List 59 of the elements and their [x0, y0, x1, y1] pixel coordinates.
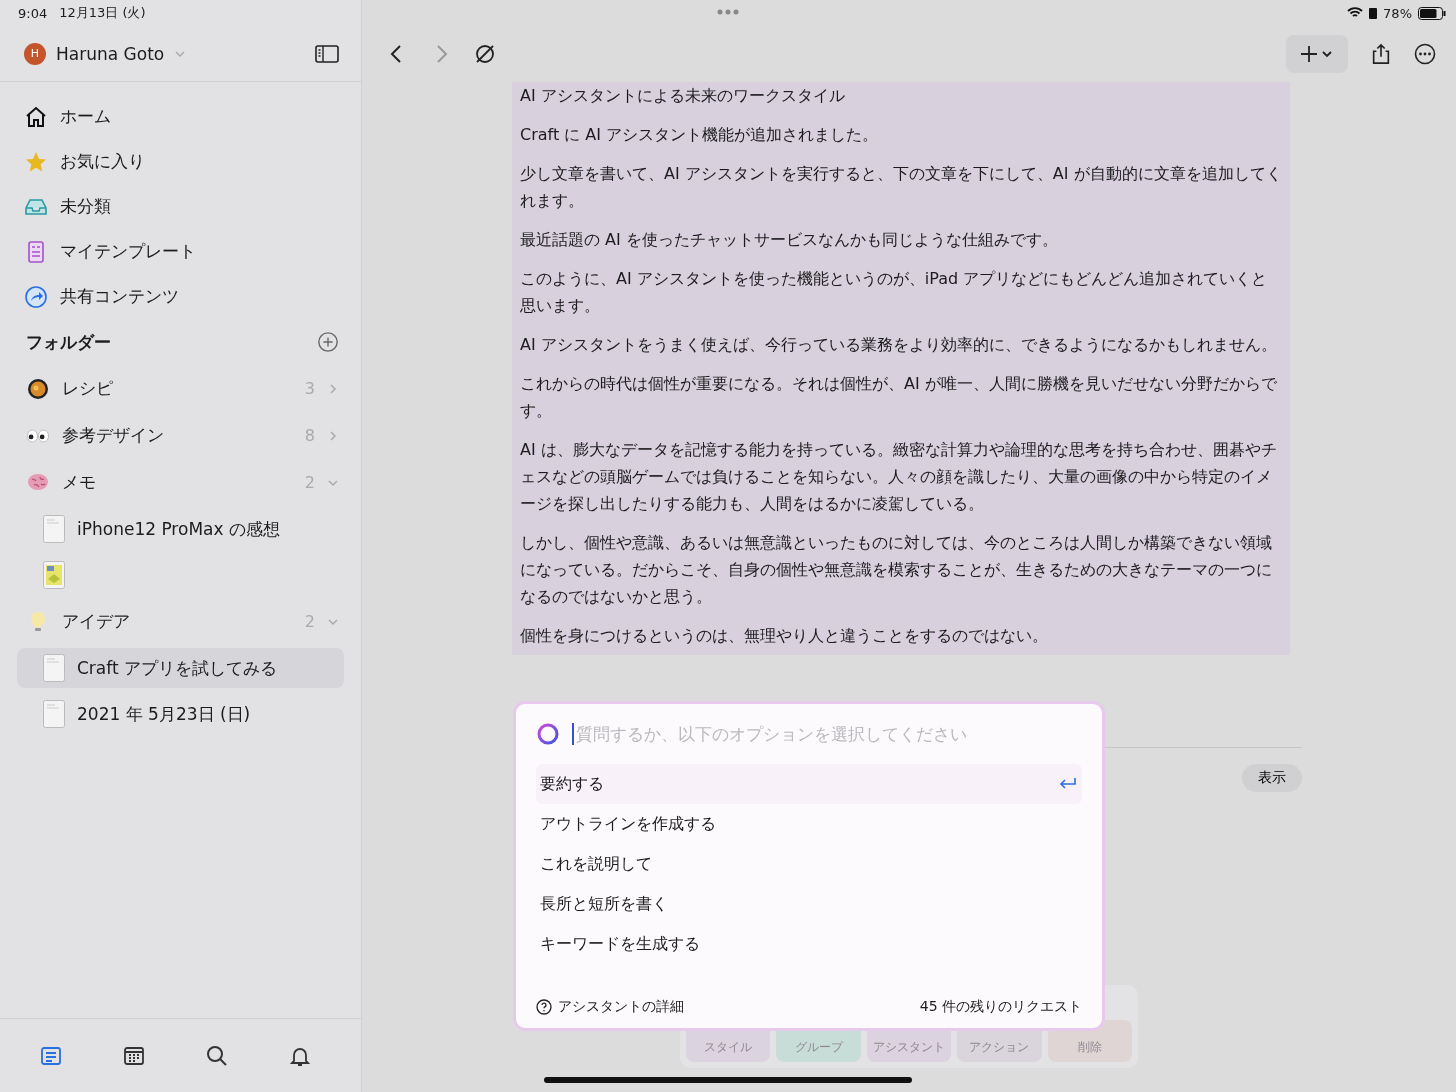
assistant-option[interactable]: アウトラインを作成する	[536, 804, 1082, 844]
paragraph: Craft に AI アシスタント機能が追加されました。	[520, 124, 880, 146]
paragraph: 個性を身につけるというのは、無理やり人と違うことをするのではない。	[520, 625, 1049, 647]
assistant-option[interactable]: 長所と短所を書く	[536, 884, 1082, 924]
account-name[interactable]: Haruna Goto	[56, 43, 165, 64]
folder-name[interactable]: 参考デザイン	[62, 424, 164, 447]
folder-name[interactable]: メモ	[62, 471, 96, 494]
share-icon[interactable]	[1370, 43, 1392, 65]
document-item[interactable]: 2021 年 5月23日 (日)	[17, 694, 344, 734]
paragraph: AI アシスタントをうまく使えば、今行っている業務をより効率的に、できるようになるかもしれません。	[520, 334, 1278, 356]
folder-name[interactable]: アイデア	[62, 610, 130, 633]
slashed-circle-icon[interactable]	[474, 43, 496, 65]
add-icon[interactable]	[317, 331, 339, 353]
item-count: 2	[304, 612, 315, 631]
add-menu-button[interactable]	[1286, 35, 1348, 73]
paragraph: これからの時代は個性が重要になる。それは個性が、AI が唯一、人間に勝機を見いだせない分野だからです。	[520, 373, 1278, 422]
multitasking-icon[interactable]	[716, 8, 740, 16]
question-field[interactable]: 質問するか、以下のオプションを選択してください	[572, 723, 1082, 745]
sidebar-item[interactable]: 共有コンテンツ	[60, 285, 179, 308]
assistant-option[interactable]: キーワードを生成する	[536, 924, 1082, 964]
home-icon	[24, 104, 48, 129]
section-heading: フォルダー	[26, 330, 111, 354]
wifi-icon	[1347, 7, 1364, 19]
remaining-requests: 45 件の残りのリクエスト	[919, 998, 1082, 1016]
document-item[interactable]: Craft アプリを試してみる	[17, 648, 344, 688]
assistant-option[interactable]: これを説明して	[536, 844, 1082, 884]
search-icon[interactable]	[204, 1043, 229, 1068]
document-icon	[43, 654, 65, 682]
assistant-details-link[interactable]: アシスタントの詳細	[558, 998, 684, 1016]
sidebar-item[interactable]: 未分類	[60, 195, 111, 218]
show-button[interactable]: 表示	[1242, 764, 1302, 792]
sidebar-item[interactable]: お気に入り	[60, 150, 145, 173]
add-icon	[1299, 44, 1335, 64]
paragraph: 最近話題の AI を使ったチャットサービスなんかも同じような仕組みです。	[520, 229, 1059, 251]
item-count: 2	[304, 473, 315, 492]
status-time: 9:04	[18, 5, 48, 21]
document-item[interactable]: iPhone12 ProMax の感想	[17, 509, 344, 549]
paragraph: しかし、個性や意識、あるいは無意識といったものに対しては、今のところは人間しか構築できない領域になっている。だからこそ、自身の個性や無意識を模索することが、生きるための大きなテーマの一つになるのではないかと思う。	[520, 532, 1273, 608]
paragraph: このように、AI アシスタントを使った機能というのが、iPad アプリなどにもどんどん追加されていくと思います。	[520, 268, 1269, 317]
more-icon[interactable]	[1414, 43, 1436, 65]
battery-icon	[1418, 6, 1446, 20]
folder-name[interactable]: レシピ	[62, 377, 113, 400]
assistant-option[interactable]: 要約する	[536, 764, 1082, 804]
item-count: 8	[304, 426, 315, 445]
status-date: 12月13日 (火)	[59, 4, 146, 22]
lock-icon	[1369, 7, 1378, 19]
sidebar-item[interactable]: ホーム	[60, 105, 111, 128]
pan-icon	[26, 376, 50, 401]
avatar[interactable]: H	[24, 42, 46, 65]
sidebar-item[interactable]: マイテンプレート	[60, 240, 196, 263]
document-icon	[43, 515, 65, 543]
battery-percent: 78%	[1383, 5, 1412, 21]
assistant-ring-icon	[536, 722, 560, 746]
paragraph: AI アシスタントによる未来のワークスタイル	[520, 85, 846, 107]
paragraph: AI は、膨大なデータを記憶する能力を持っている。緻密な計算力や論理的な思考を持ち合わせ、囲碁やチェスなどの頭脳ゲームでは負けることを知らない。人々の顔を識したり、大量の画像の中から特定のイメージを探し出したりする能力も、人間をはるかに凌駕している。	[520, 439, 1278, 515]
document-icon	[43, 700, 65, 728]
item-count: 3	[304, 379, 315, 398]
help-icon[interactable]	[536, 999, 552, 1015]
paragraph: 少し文章を書いて、AI アシスタントを実行すると、下の文章を下にして、AI が自動的に文章を追加してくれます。	[520, 163, 1282, 212]
